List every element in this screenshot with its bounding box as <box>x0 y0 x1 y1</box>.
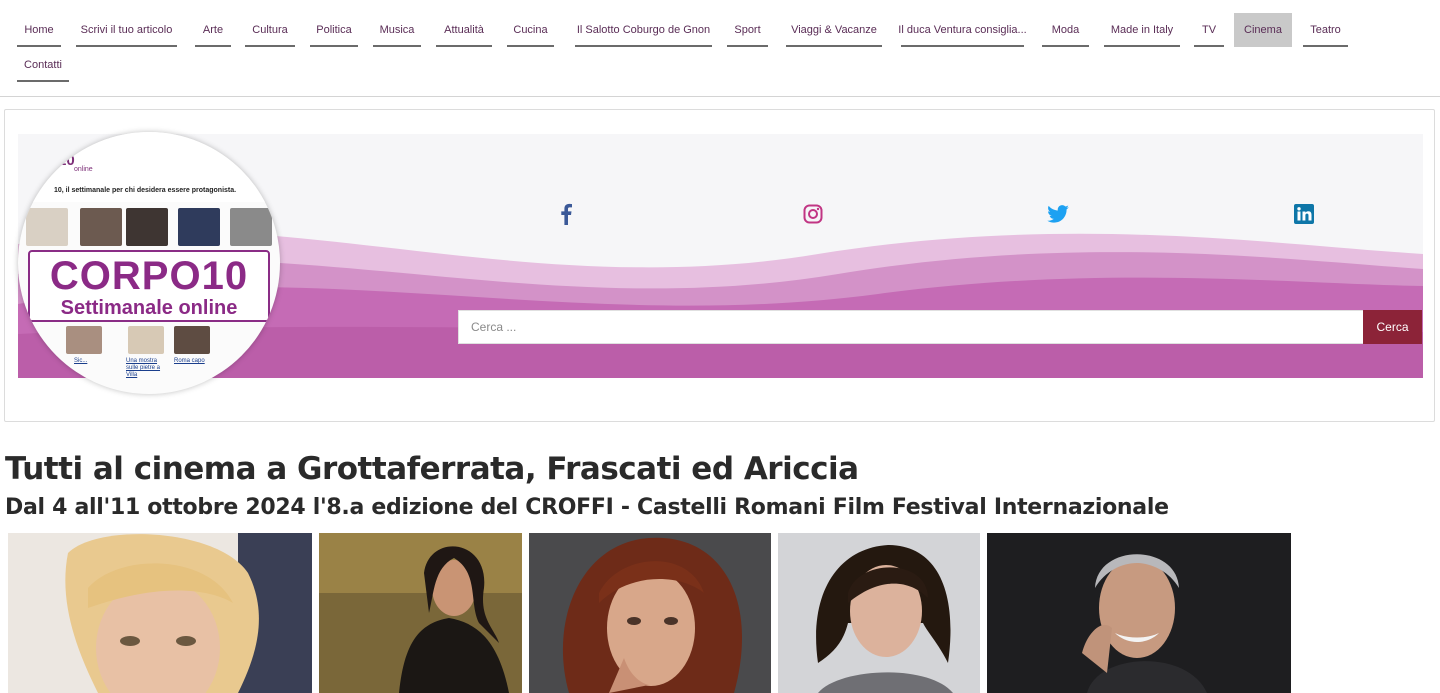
nav-item-label: Made in Italy <box>1110 24 1174 36</box>
nav-item-cinema[interactable]: Cinema <box>1234 13 1292 47</box>
mini-link: Una mostra sulle pietre a Villa <box>126 358 161 378</box>
logo-band: CORPO10 Settimanale online <box>28 250 270 322</box>
nav-item-home[interactable]: Home <box>17 13 61 47</box>
nav-item-label: Moda <box>1051 24 1080 36</box>
nav-item-label: Musica <box>379 24 415 36</box>
actor-photo <box>8 533 312 693</box>
actor-photo <box>987 533 1291 693</box>
main-navigation: Home Scrivi il tuo articolo Arte Cultura… <box>0 0 1440 97</box>
nav-item-contatti[interactable]: Contatti <box>17 48 69 82</box>
site-logo[interactable]: 10 online 10, il settimanale per chi des… <box>18 132 280 394</box>
nav-item-label: Arte <box>202 24 224 36</box>
nav-item-scrivi[interactable]: Scrivi il tuo articolo <box>76 13 177 47</box>
actor-photo <box>529 533 771 693</box>
nav-item-attualita[interactable]: Attualità <box>436 13 492 47</box>
nav-item-label: Sport <box>734 24 761 36</box>
mini-tagline: 10, il settimanale per chi desidera esse… <box>54 187 237 194</box>
nav-item-label: Teatro <box>1310 24 1341 36</box>
mini-thumb <box>178 208 220 246</box>
nav-item-arte[interactable]: Arte <box>195 13 231 47</box>
actor-photo <box>778 533 980 693</box>
nav-item-label: Il Salotto Coburgo de Gnon <box>576 24 711 36</box>
nav-item-salotto[interactable]: Il Salotto Coburgo de Gnon <box>575 13 712 47</box>
actor-photo <box>319 533 522 693</box>
logo-title: CORPO10 <box>49 254 249 298</box>
search-input[interactable] <box>458 310 1364 344</box>
nav-item-teatro[interactable]: Teatro <box>1303 13 1348 47</box>
nav-item-label: Politica <box>316 24 352 36</box>
article-title: Tutti al cinema a Grottaferrata, Frascat… <box>5 451 859 487</box>
facebook-icon[interactable] <box>555 203 577 225</box>
search-button[interactable]: Cerca <box>1363 310 1422 344</box>
nav-item-moda[interactable]: Moda <box>1042 13 1089 47</box>
nav-item-label: Cultura <box>252 24 288 36</box>
mini-logo-sub: online <box>74 166 93 173</box>
instagram-icon[interactable] <box>802 203 824 225</box>
mini-thumb <box>126 208 168 246</box>
mini-thumb <box>128 326 164 354</box>
logo-subtitle: Settimanale online <box>60 297 238 319</box>
nav-item-label: Il duca Ventura consiglia... <box>898 24 1027 36</box>
nav-item-label: Cinema <box>1244 24 1282 36</box>
article-subtitle: Dal 4 all'11 ottobre 2024 l'8.a edizione… <box>5 495 1169 520</box>
nav-item-label: Contatti <box>24 59 62 71</box>
logo-mini-screenshot-header: 10 online 10, il settimanale per chi des… <box>18 132 280 202</box>
nav-item-label: Viaggi & Vacanze <box>791 24 877 36</box>
mini-thumb <box>66 326 102 354</box>
nav-item-viaggi[interactable]: Viaggi & Vacanze <box>786 13 882 47</box>
nav-item-label: Cucina <box>513 24 548 36</box>
mini-thumb <box>26 208 68 246</box>
nav-item-label: Scrivi il tuo articolo <box>80 24 173 36</box>
nav-item-politica[interactable]: Politica <box>310 13 358 47</box>
mini-thumb <box>174 326 210 354</box>
nav-item-tv[interactable]: TV <box>1194 13 1224 47</box>
nav-item-cultura[interactable]: Cultura <box>245 13 295 47</box>
mini-link: Roma capo <box>174 358 205 364</box>
nav-item-label: Home <box>24 24 54 36</box>
nav-item-cucina[interactable]: Cucina <box>507 13 554 47</box>
nav-item-made-in-italy[interactable]: Made in Italy <box>1104 13 1180 47</box>
nav-item-musica[interactable]: Musica <box>373 13 421 47</box>
twitter-icon[interactable] <box>1047 203 1069 225</box>
mini-thumb <box>80 208 122 246</box>
nav-item-label: Attualità <box>444 24 484 36</box>
linkedin-icon[interactable] <box>1293 203 1315 225</box>
mini-logo-text: 10 <box>58 152 75 169</box>
nav-item-label: TV <box>1201 24 1217 36</box>
nav-item-duca-ventura[interactable]: Il duca Ventura consiglia... <box>898 13 1027 47</box>
mini-thumb <box>230 208 272 246</box>
mini-link: Sic... <box>74 358 88 364</box>
nav-item-sport[interactable]: Sport <box>727 13 768 47</box>
